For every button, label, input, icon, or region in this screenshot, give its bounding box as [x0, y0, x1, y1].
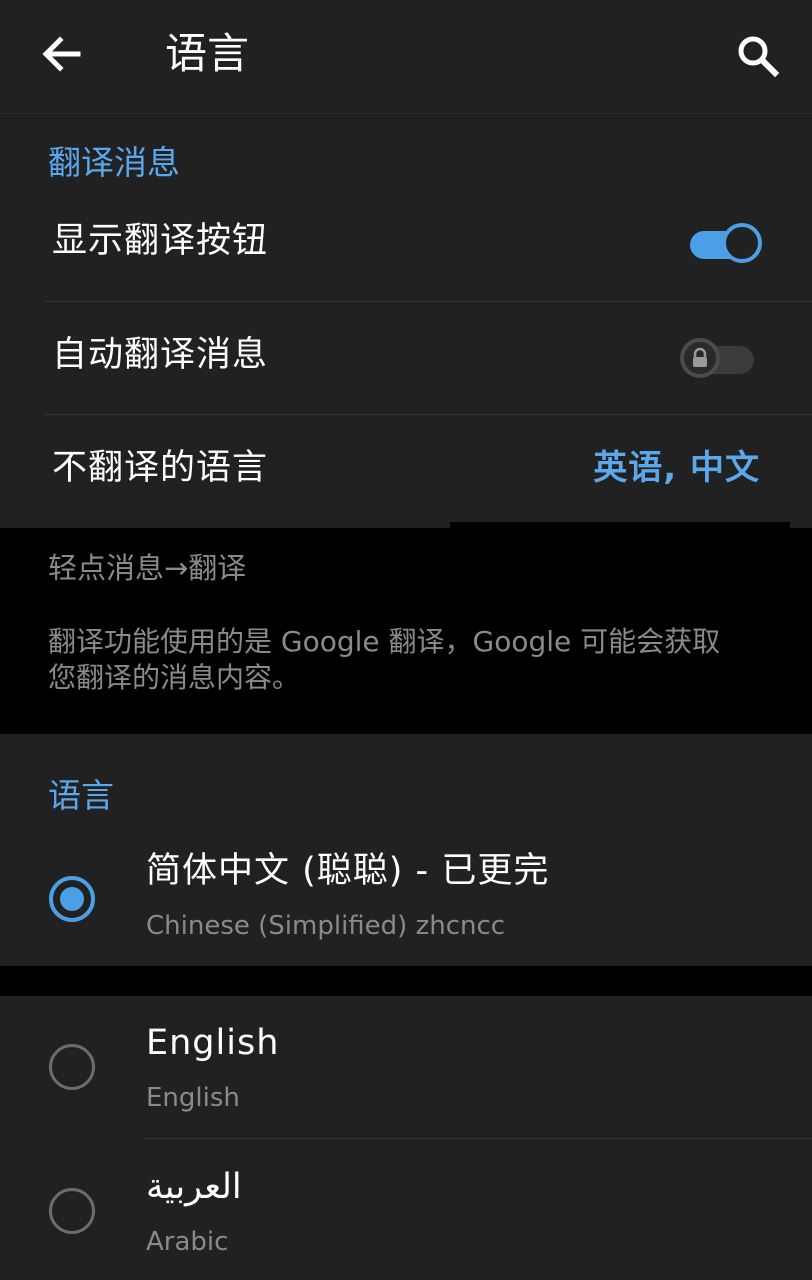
- privacy-line-1: 翻译功能使用的是 Google 翻译，Google 可能会获取: [48, 625, 721, 658]
- show-translate-button-label: 显示翻译按钮: [52, 221, 269, 261]
- language-subtitle: Arabic: [146, 1227, 229, 1257]
- language-item-arabic[interactable]: العربية Arabic: [0, 1154, 812, 1280]
- do-not-translate-value: 英语, 中文: [593, 448, 760, 488]
- section-header-translate: 翻译消息: [48, 143, 180, 182]
- language-subtitle: English: [146, 1083, 240, 1113]
- page-title: 语言: [165, 29, 250, 78]
- language-item-english[interactable]: English English: [0, 1010, 812, 1150]
- section-header-language: 语言: [48, 776, 114, 815]
- language-name: English: [146, 1023, 280, 1063]
- search-button[interactable]: [725, 24, 789, 88]
- app-bar: 语言: [0, 0, 812, 119]
- language-name: العربية: [146, 1167, 242, 1207]
- divider: [144, 1138, 812, 1139]
- toggle-thumb: [722, 223, 762, 263]
- shadow-edge: [450, 522, 790, 556]
- back-button[interactable]: [28, 24, 92, 88]
- translate-hint: 轻点消息→翻译: [48, 551, 247, 585]
- language-name: 简体中文 (聪聪) - 已更完: [146, 851, 550, 891]
- radio-unselected[interactable]: [49, 1188, 95, 1234]
- toggle-thumb: [680, 338, 720, 378]
- lock-icon: [693, 347, 707, 367]
- auto-translate-label: 自动翻译消息: [52, 335, 269, 375]
- arrow-left-icon: [42, 36, 81, 72]
- radio-unselected[interactable]: [49, 1044, 95, 1090]
- language-subtitle: Chinese (Simplified) zhcncc: [146, 911, 506, 941]
- search-icon: [738, 36, 780, 78]
- show-translate-button-toggle[interactable]: [684, 223, 764, 267]
- show-translate-button-row[interactable]: 显示翻译按钮: [0, 188, 812, 300]
- language-list: English English العربية Arabic: [0, 996, 812, 1280]
- auto-translate-toggle[interactable]: [680, 338, 760, 382]
- language-item-chinese-simplified[interactable]: 简体中文 (聪聪) - 已更完 Chinese (Simplified) zhc…: [0, 838, 812, 978]
- language-settings-screen: 语言 翻译消息 显示翻译按钮 自动翻译消息 不翻译的语言 英语, 中文 轻点消息…: [0, 0, 812, 1280]
- privacy-line-2: 您翻译的消息内容。: [48, 661, 301, 694]
- translate-privacy-note: 翻译功能使用的是 Google 翻译，Google 可能会获取 您翻译的消息内容…: [48, 624, 768, 696]
- do-not-translate-label: 不翻译的语言: [52, 448, 269, 488]
- auto-translate-row[interactable]: 自动翻译消息: [0, 302, 812, 414]
- do-not-translate-row[interactable]: 不翻译的语言 英语, 中文: [0, 415, 812, 527]
- radio-selected[interactable]: [49, 876, 95, 922]
- language-section: 语言 简体中文 (聪聪) - 已更完 Chinese (Simplified) …: [0, 734, 812, 966]
- translate-messages-section: 翻译消息 显示翻译按钮 自动翻译消息 不翻译的语言 英语, 中文: [0, 119, 812, 528]
